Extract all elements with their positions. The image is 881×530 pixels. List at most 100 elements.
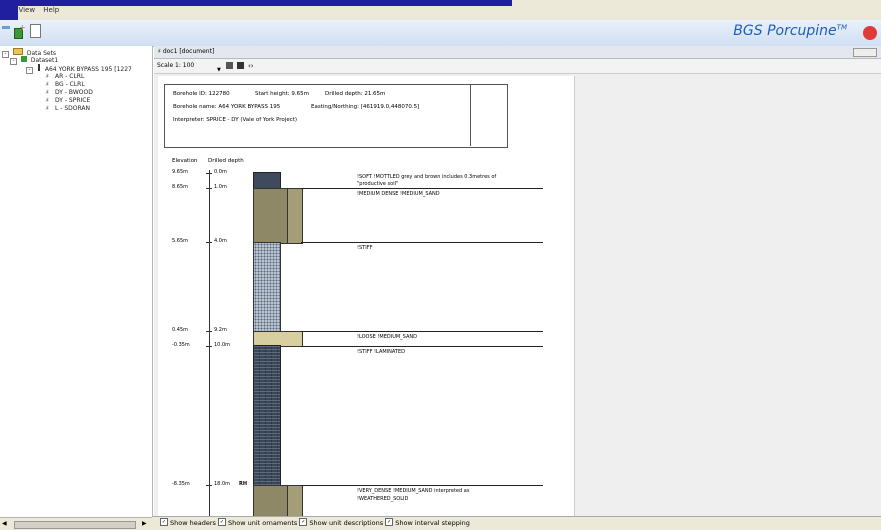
unit-medium-sand-ornament bbox=[287, 188, 303, 244]
unit-description: !STIFF !LAMINATED bbox=[357, 349, 405, 355]
print-icon[interactable] bbox=[237, 62, 244, 69]
checkbox-checked-icon[interactable]: ✓ bbox=[299, 518, 308, 526]
tree-interpretation[interactable]: ♯ AR - CLRL bbox=[46, 73, 84, 81]
unit-description: !LOOSE !MEDIUM_SAND bbox=[357, 334, 417, 340]
save-icon[interactable] bbox=[226, 62, 233, 69]
elevation-label: -0.35m bbox=[172, 342, 190, 348]
document-tab[interactable]: ♯ doc1 [document] bbox=[154, 46, 881, 59]
folder-icon bbox=[12, 48, 23, 55]
tree-interpretation-label: AR - CLRL bbox=[55, 73, 85, 80]
tree-borehole-label: A64 YORK BYPASS 195 [1227 bbox=[44, 66, 132, 73]
brand-name: BGS Porcupine bbox=[733, 23, 837, 39]
menu-help[interactable]: Help bbox=[43, 6, 59, 14]
elevation-label: 0.45m bbox=[172, 327, 189, 333]
boundary-line bbox=[301, 346, 543, 347]
navigate-icon[interactable]: ‹› bbox=[248, 59, 254, 73]
depth-label: 18.0m bbox=[214, 481, 231, 487]
depth-tick bbox=[206, 173, 212, 174]
show-stepping-label: Show interval stepping bbox=[395, 519, 470, 527]
depth-tick bbox=[206, 331, 212, 332]
tree-interpretation[interactable]: ♯ L - SDORAN bbox=[46, 105, 90, 113]
elevation-column-heading: Elevation bbox=[172, 158, 198, 164]
interpretation-icon: ♯ bbox=[46, 81, 49, 88]
show-headers-label: Show headers bbox=[170, 519, 216, 527]
dataset-tree: - Data Sets - Dataset1 - A64 YORK BYPASS… bbox=[0, 46, 153, 516]
checkbox-checked-icon[interactable]: ✓ bbox=[160, 518, 168, 526]
unit-stiff[interactable] bbox=[253, 242, 281, 333]
app-brand: BGS PorcupineTM bbox=[733, 23, 847, 39]
boundary-line bbox=[301, 331, 543, 332]
depth-tick bbox=[206, 242, 212, 243]
back-arrow-icon[interactable] bbox=[2, 26, 10, 29]
scroll-thumb[interactable] bbox=[14, 521, 136, 529]
unit-description: "productive soil" bbox=[357, 181, 399, 187]
scale-label: Scale 1: 100 bbox=[157, 62, 195, 69]
unit-medium-sand[interactable] bbox=[253, 188, 289, 244]
unit-description: !MEDIUM DENSE !MEDIUM_SAND bbox=[357, 191, 440, 197]
tree-interpretation-label: BG - CLRL bbox=[55, 81, 85, 88]
unit-description: !VERY_DENSE !MEDIUM_SAND interpreted as bbox=[357, 488, 470, 494]
boundary-line bbox=[301, 242, 543, 243]
show-descriptions-option[interactable]: ✓ Show unit descriptions bbox=[299, 518, 384, 527]
options-bar: ✓ Show headers ✓ Show unit ornaments ✓ Show… bbox=[152, 516, 881, 530]
show-ornaments-label: Show unit ornaments bbox=[227, 519, 298, 527]
document-tab-label: doc1 [document] bbox=[162, 48, 215, 55]
elevation-label: 8.65m bbox=[172, 184, 189, 190]
collapse-icon[interactable]: - bbox=[10, 58, 17, 65]
borehole-header-box: Borehole ID: 122780 Start height: 9.65m … bbox=[164, 84, 508, 148]
toolbar: + BGS PorcupineTM bbox=[0, 20, 881, 47]
interpretation-icon: ♯ bbox=[46, 97, 49, 104]
unit-description: !SOFT !MOTTLED grey and brown includes 0… bbox=[357, 174, 497, 180]
lithology-column bbox=[253, 172, 303, 518]
borehole-icon bbox=[37, 64, 40, 71]
boundary-line bbox=[301, 485, 543, 486]
checkbox-checked-icon[interactable]: ✓ bbox=[385, 518, 394, 526]
tree-horizontal-scrollbar[interactable]: ◀ ▶ bbox=[0, 517, 152, 530]
menu-view[interactable]: View bbox=[18, 6, 35, 14]
interpretation-icon: ♯ bbox=[46, 73, 49, 80]
show-ornaments-option[interactable]: ✓ Show unit ornaments bbox=[217, 518, 298, 527]
elevation-label: 5.65m bbox=[172, 238, 189, 244]
depth-column-heading: Drilled depth bbox=[208, 158, 244, 164]
show-headers-option[interactable]: ✓ Show headers bbox=[160, 518, 216, 527]
depth-label: 1.0m bbox=[214, 184, 227, 190]
interpretation-icon: ♯ bbox=[46, 105, 49, 112]
tree-interpretation[interactable]: ♯ BG - CLRL bbox=[46, 81, 85, 89]
scroll-right-icon[interactable]: ▶ bbox=[142, 520, 147, 527]
elevation-label: -8.35m bbox=[172, 481, 190, 487]
interpretation-icon: ♯ bbox=[46, 89, 49, 96]
depth-label: 10.0m bbox=[214, 342, 231, 348]
add-dataset-icon[interactable]: + bbox=[14, 24, 26, 39]
depth-label: 0.0m bbox=[214, 169, 227, 175]
show-descriptions-label: Show unit descriptions bbox=[309, 519, 384, 527]
boundary-line bbox=[301, 188, 543, 189]
depth-tick bbox=[206, 485, 212, 486]
tree-interpretation[interactable]: ♯ DY - SPRICE bbox=[46, 97, 90, 105]
scroll-left-icon[interactable]: ◀ bbox=[2, 520, 7, 527]
start-height: Start height: 9.65m bbox=[255, 91, 309, 97]
checkbox-checked-icon[interactable]: ✓ bbox=[217, 518, 226, 526]
unit-very-dense-sand-ornament bbox=[287, 485, 303, 518]
easting-northing: Easting/Northing: [461919.0,448070.5] bbox=[311, 104, 420, 110]
window-controls[interactable] bbox=[853, 48, 877, 57]
unit-stiff-laminated[interactable] bbox=[253, 345, 281, 486]
dataset-icon bbox=[20, 56, 27, 62]
brand-trademark: TM bbox=[836, 23, 847, 32]
tree-interpretation[interactable]: ♯ DY - BWOOD bbox=[46, 89, 93, 97]
depth-label: 4.0m bbox=[214, 238, 227, 244]
tree-interpretation-label: DY - SPRICE bbox=[55, 97, 91, 104]
header-side-box bbox=[470, 84, 507, 146]
interpreter: Interpreter: SPRICE - DY (Vale of York P… bbox=[173, 117, 298, 123]
collapse-icon[interactable]: - bbox=[26, 67, 33, 74]
scale-dropdown-icon[interactable]: ▼ bbox=[217, 63, 221, 77]
tree-interpretation-label: L - SDORAN bbox=[55, 105, 90, 112]
borehole-id: Borehole ID: 122780 bbox=[173, 91, 230, 97]
slide-decoration bbox=[0, 0, 512, 6]
depth-tick bbox=[206, 188, 212, 189]
tree-interpretation-label: DY - BWOOD bbox=[55, 89, 93, 96]
show-stepping-option[interactable]: ✓ Show interval stepping bbox=[385, 518, 470, 527]
unit-description: !STIFF bbox=[357, 245, 373, 251]
unit-very-dense-sand[interactable] bbox=[253, 485, 289, 518]
document-icon[interactable] bbox=[30, 24, 41, 38]
collapse-icon[interactable]: - bbox=[2, 51, 9, 58]
